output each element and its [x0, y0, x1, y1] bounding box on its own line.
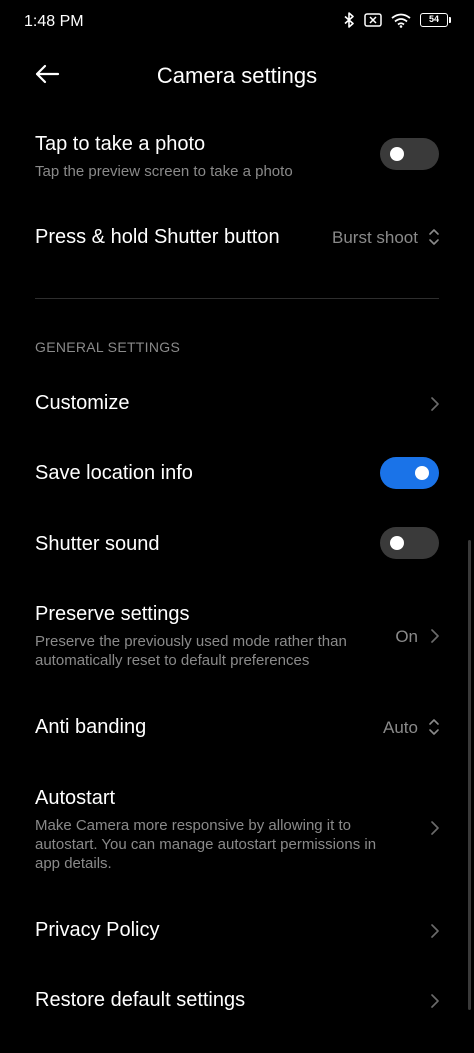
sim-no-signal-icon [364, 13, 382, 27]
shutter-sound-title: Shutter sound [35, 533, 160, 555]
chevron-right-icon [430, 396, 440, 412]
chevron-right-icon [430, 820, 440, 836]
preserve-settings-subtitle: Preserve the previously used mode rather… [35, 633, 347, 669]
status-bar: 1:48 PM 54 [0, 0, 474, 46]
anti-banding-title: Anti banding [35, 716, 147, 738]
wifi-icon [391, 13, 411, 28]
press-hold-shutter-row[interactable]: Press & hold Shutter button Burst shoot [0, 212, 474, 264]
anti-banding-row[interactable]: Anti banding Auto [0, 702, 474, 754]
customize-title: Customize [35, 392, 130, 414]
bluetooth-icon [344, 12, 355, 28]
restore-defaults-row[interactable]: Restore default settings [0, 975, 474, 1027]
autostart-subtitle: Make Camera more responsive by allowing … [35, 817, 377, 872]
tap-to-take-photo-row[interactable]: Tap to take a photo Tap the preview scre… [0, 124, 474, 190]
camera-settings-screen: 1:48 PM 54 Camera settings Tap to take a… [0, 0, 474, 1053]
shutter-sound-toggle[interactable] [380, 527, 439, 559]
page-title: Camera settings [156, 63, 318, 88]
battery-icon: 54 [420, 13, 451, 27]
press-hold-shutter-value: Burst shoot [332, 228, 418, 247]
preserve-settings-value: On [395, 627, 418, 646]
privacy-policy-row[interactable]: Privacy Policy [0, 905, 474, 957]
chevron-right-icon [430, 628, 440, 644]
chevron-right-icon [430, 993, 440, 1009]
battery-level: 54 [428, 14, 439, 24]
shutter-sound-row[interactable]: Shutter sound [0, 518, 474, 570]
status-icons: 54 [344, 12, 451, 28]
anti-banding-value: Auto [383, 718, 418, 737]
preserve-settings-title: Preserve settings [35, 603, 190, 625]
tap-to-take-photo-subtitle: Tap the preview screen to take a photo [35, 163, 293, 180]
section-divider [35, 298, 439, 299]
save-location-title: Save location info [35, 462, 193, 484]
up-down-chevron-icon [428, 717, 440, 737]
press-hold-shutter-title: Press & hold Shutter button [35, 226, 280, 248]
preserve-settings-row[interactable]: Preserve settings Preserve the previousl… [0, 594, 474, 680]
privacy-policy-title: Privacy Policy [35, 919, 160, 941]
autostart-row[interactable]: Autostart Make Camera more responsive by… [0, 778, 474, 878]
status-time: 1:48 PM [24, 13, 84, 30]
chevron-right-icon [430, 923, 440, 939]
scrollbar[interactable] [468, 540, 471, 1010]
customize-row[interactable]: Customize [0, 378, 474, 430]
save-location-row[interactable]: Save location info [0, 448, 474, 500]
up-down-chevron-icon [428, 227, 440, 247]
app-header: Camera settings [0, 50, 474, 102]
tap-to-take-photo-title: Tap to take a photo [35, 133, 206, 155]
restore-defaults-title: Restore default settings [35, 989, 246, 1011]
autostart-title: Autostart [35, 787, 116, 809]
general-settings-header: GENERAL SETTINGS [35, 339, 181, 355]
tap-to-take-photo-toggle[interactable] [380, 138, 439, 170]
save-location-toggle[interactable] [380, 457, 439, 489]
